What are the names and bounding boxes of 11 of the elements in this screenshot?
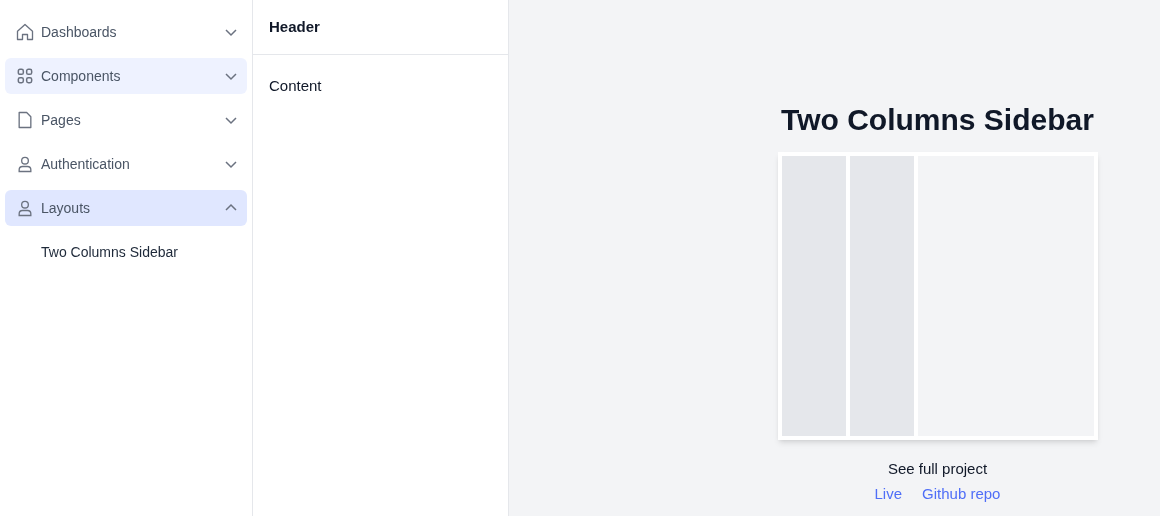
- sidebar-item[interactable]: Layouts: [5, 190, 247, 226]
- grid-icon: [15, 66, 35, 86]
- caption: See full project: [887, 459, 988, 479]
- sidebar-item[interactable]: Components: [5, 58, 247, 94]
- header-text: Header: [269, 16, 320, 37]
- submenu-link[interactable]: Two Columns Sidebar: [5, 234, 247, 270]
- home-icon: [15, 22, 35, 42]
- link[interactable]: Live: [874, 482, 903, 505]
- link[interactable]: Github repo: [922, 482, 1001, 505]
- content-text: Content: [269, 77, 322, 94]
- page-title: Two Columns Sidebar: [781, 102, 1094, 138]
